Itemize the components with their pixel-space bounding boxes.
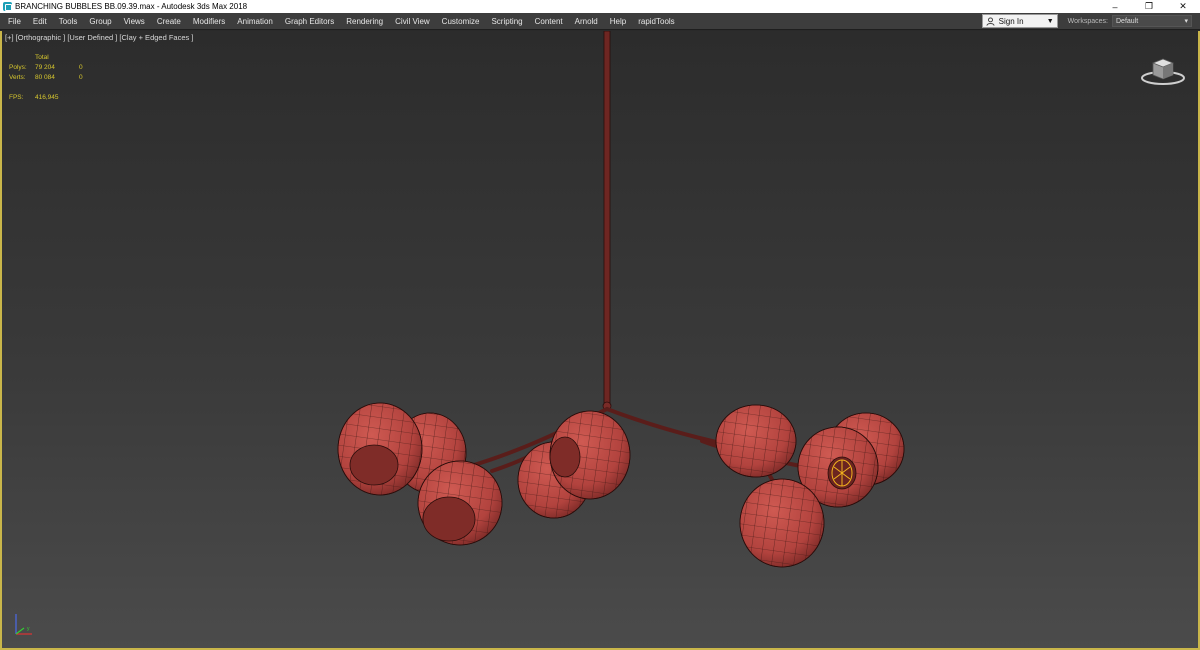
svg-text:y: y	[27, 626, 30, 632]
polys-label: Polys:	[9, 64, 27, 71]
close-button[interactable]: ✕	[1166, 0, 1200, 13]
menu-item-scripting[interactable]: Scripting	[487, 13, 530, 30]
stats-header: Total	[35, 54, 49, 61]
menu-item-rendering[interactable]: Rendering	[342, 13, 391, 30]
sign-in-dropdown[interactable]: Sign In ▼	[981, 14, 1058, 28]
user-icon	[986, 16, 995, 26]
menu-item-views[interactable]: Views	[120, 13, 153, 30]
menu-item-modifiers[interactable]: Modifiers	[189, 13, 233, 30]
menu-item-civil-view[interactable]: Civil View	[391, 13, 438, 30]
polys-selected: 0	[79, 64, 83, 71]
title-bar: BRANCHING BUBBLES BB.09.39.max - Autodes…	[0, 0, 1200, 13]
chevron-down-icon: ▼	[1046, 17, 1054, 25]
menu-item-create[interactable]: Create	[153, 13, 189, 30]
chandelier-model[interactable]	[2, 31, 1198, 648]
axis-tripod-icon: y	[15, 614, 32, 635]
restore-button[interactable]: ❐	[1132, 0, 1166, 13]
menu-item-edit[interactable]: Edit	[29, 13, 55, 30]
menu-bar: File Edit Tools Group Views Create Modifiers An…	[0, 13, 1200, 30]
menu-item-rapidtools[interactable]: rapidTools	[634, 13, 682, 30]
workspace-select[interactable]: Default ▾	[1112, 15, 1192, 27]
menu-item-customize[interactable]: Customize	[438, 13, 488, 30]
fps-value: 416,945	[35, 94, 59, 101]
menu-item-file[interactable]: File	[4, 13, 29, 30]
viewport-label[interactable]: [+] [Orthographic ] [User Defined ] [Cla…	[5, 33, 193, 42]
menu-item-graph-editors[interactable]: Graph Editors	[281, 13, 342, 30]
window-title: BRANCHING BUBBLES BB.09.39.max - Autodes…	[15, 2, 248, 11]
verts-label: Verts:	[9, 74, 26, 81]
workspaces-label: Workspaces:	[1067, 17, 1108, 25]
viewcube-icon[interactable]	[1140, 51, 1186, 87]
menu-item-content[interactable]: Content	[531, 13, 571, 30]
menu-item-tools[interactable]: Tools	[55, 13, 86, 30]
workspace-value: Default	[1116, 17, 1139, 25]
menu-item-animation[interactable]: Animation	[233, 13, 281, 30]
menu-item-arnold[interactable]: Arnold	[571, 13, 606, 30]
app-icon	[3, 2, 12, 11]
menu-items: File Edit Tools Group Views Create Modifiers An…	[0, 13, 982, 30]
menu-item-help[interactable]: Help	[606, 13, 634, 30]
minimize-button[interactable]: –	[1098, 0, 1132, 13]
chevron-down-icon: ▾	[1184, 18, 1188, 25]
verts-selected: 0	[79, 74, 83, 81]
verts-total: 80 084	[35, 74, 55, 81]
stats-overlay: Total Polys: 79 204 0 Verts: 80 084 0 FP…	[9, 53, 99, 103]
fps-label: FPS:	[9, 94, 24, 101]
viewport-orthographic[interactable]: [+] [Orthographic ] [User Defined ] [Cla…	[0, 31, 1200, 650]
polys-total: 79 204	[35, 64, 55, 71]
menu-item-group[interactable]: Group	[85, 13, 119, 30]
sign-in-label: Sign In	[998, 16, 1024, 26]
